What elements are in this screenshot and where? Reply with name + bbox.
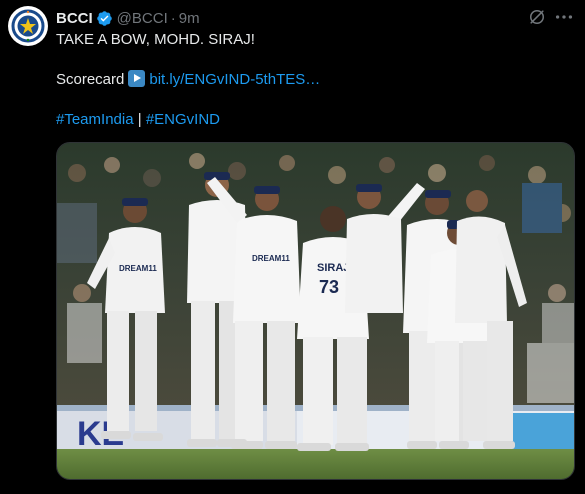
avatar[interactable] <box>8 6 48 46</box>
bcci-logo-icon <box>10 8 46 44</box>
grok-icon[interactable] <box>527 7 547 27</box>
hashtag-engvind[interactable]: #ENGvIND <box>146 111 220 128</box>
hashtag-divider: | <box>137 111 142 128</box>
hashtag-teamindia[interactable]: #TeamIndia <box>56 111 134 128</box>
celebration-photo: KE DREAM11 DREAM11 SIRAJ 73 <box>57 143 574 479</box>
verified-badge-icon <box>96 10 112 26</box>
tweet-header: BCCI @BCCI · 9m <box>56 8 573 28</box>
tweet-line-headline: TAKE A BOW, MOHD. SIRAJ! <box>56 31 255 48</box>
more-options-icon[interactable] <box>553 6 575 28</box>
dot-separator: · <box>170 9 176 27</box>
jersey-sponsor-center: DREAM11 <box>252 254 290 263</box>
scorecard-link[interactable]: bit.ly/ENGvIND-5thTES… <box>149 71 320 88</box>
tweet[interactable]: BCCI @BCCI · 9m TAKE A BOW, MOHD. SIRAJ!… <box>0 0 585 494</box>
play-button-emoji-icon <box>128 70 146 87</box>
user-handle[interactable]: @BCCI <box>117 10 168 27</box>
display-name[interactable]: BCCI <box>56 10 93 27</box>
tweet-line-scorecard: Scorecard bit.ly/ENGvIND-5thTES… <box>56 70 571 90</box>
page-bottom-edge <box>0 480 585 494</box>
jersey-back-name: SIRAJ <box>317 262 349 274</box>
tweet-text: TAKE A BOW, MOHD. SIRAJ! Scorecard bit.ly… <box>56 30 571 130</box>
scorecard-label: Scorecard <box>56 71 125 88</box>
jersey-back-number: 73 <box>319 277 339 297</box>
timestamp[interactable]: 9m <box>179 10 200 27</box>
jersey-sponsor-left: DREAM11 <box>119 264 157 273</box>
tweet-line-hashtags: #TeamIndia | #ENGvIND <box>56 110 571 130</box>
tweet-photo[interactable]: KE DREAM11 DREAM11 SIRAJ 73 <box>56 142 575 480</box>
